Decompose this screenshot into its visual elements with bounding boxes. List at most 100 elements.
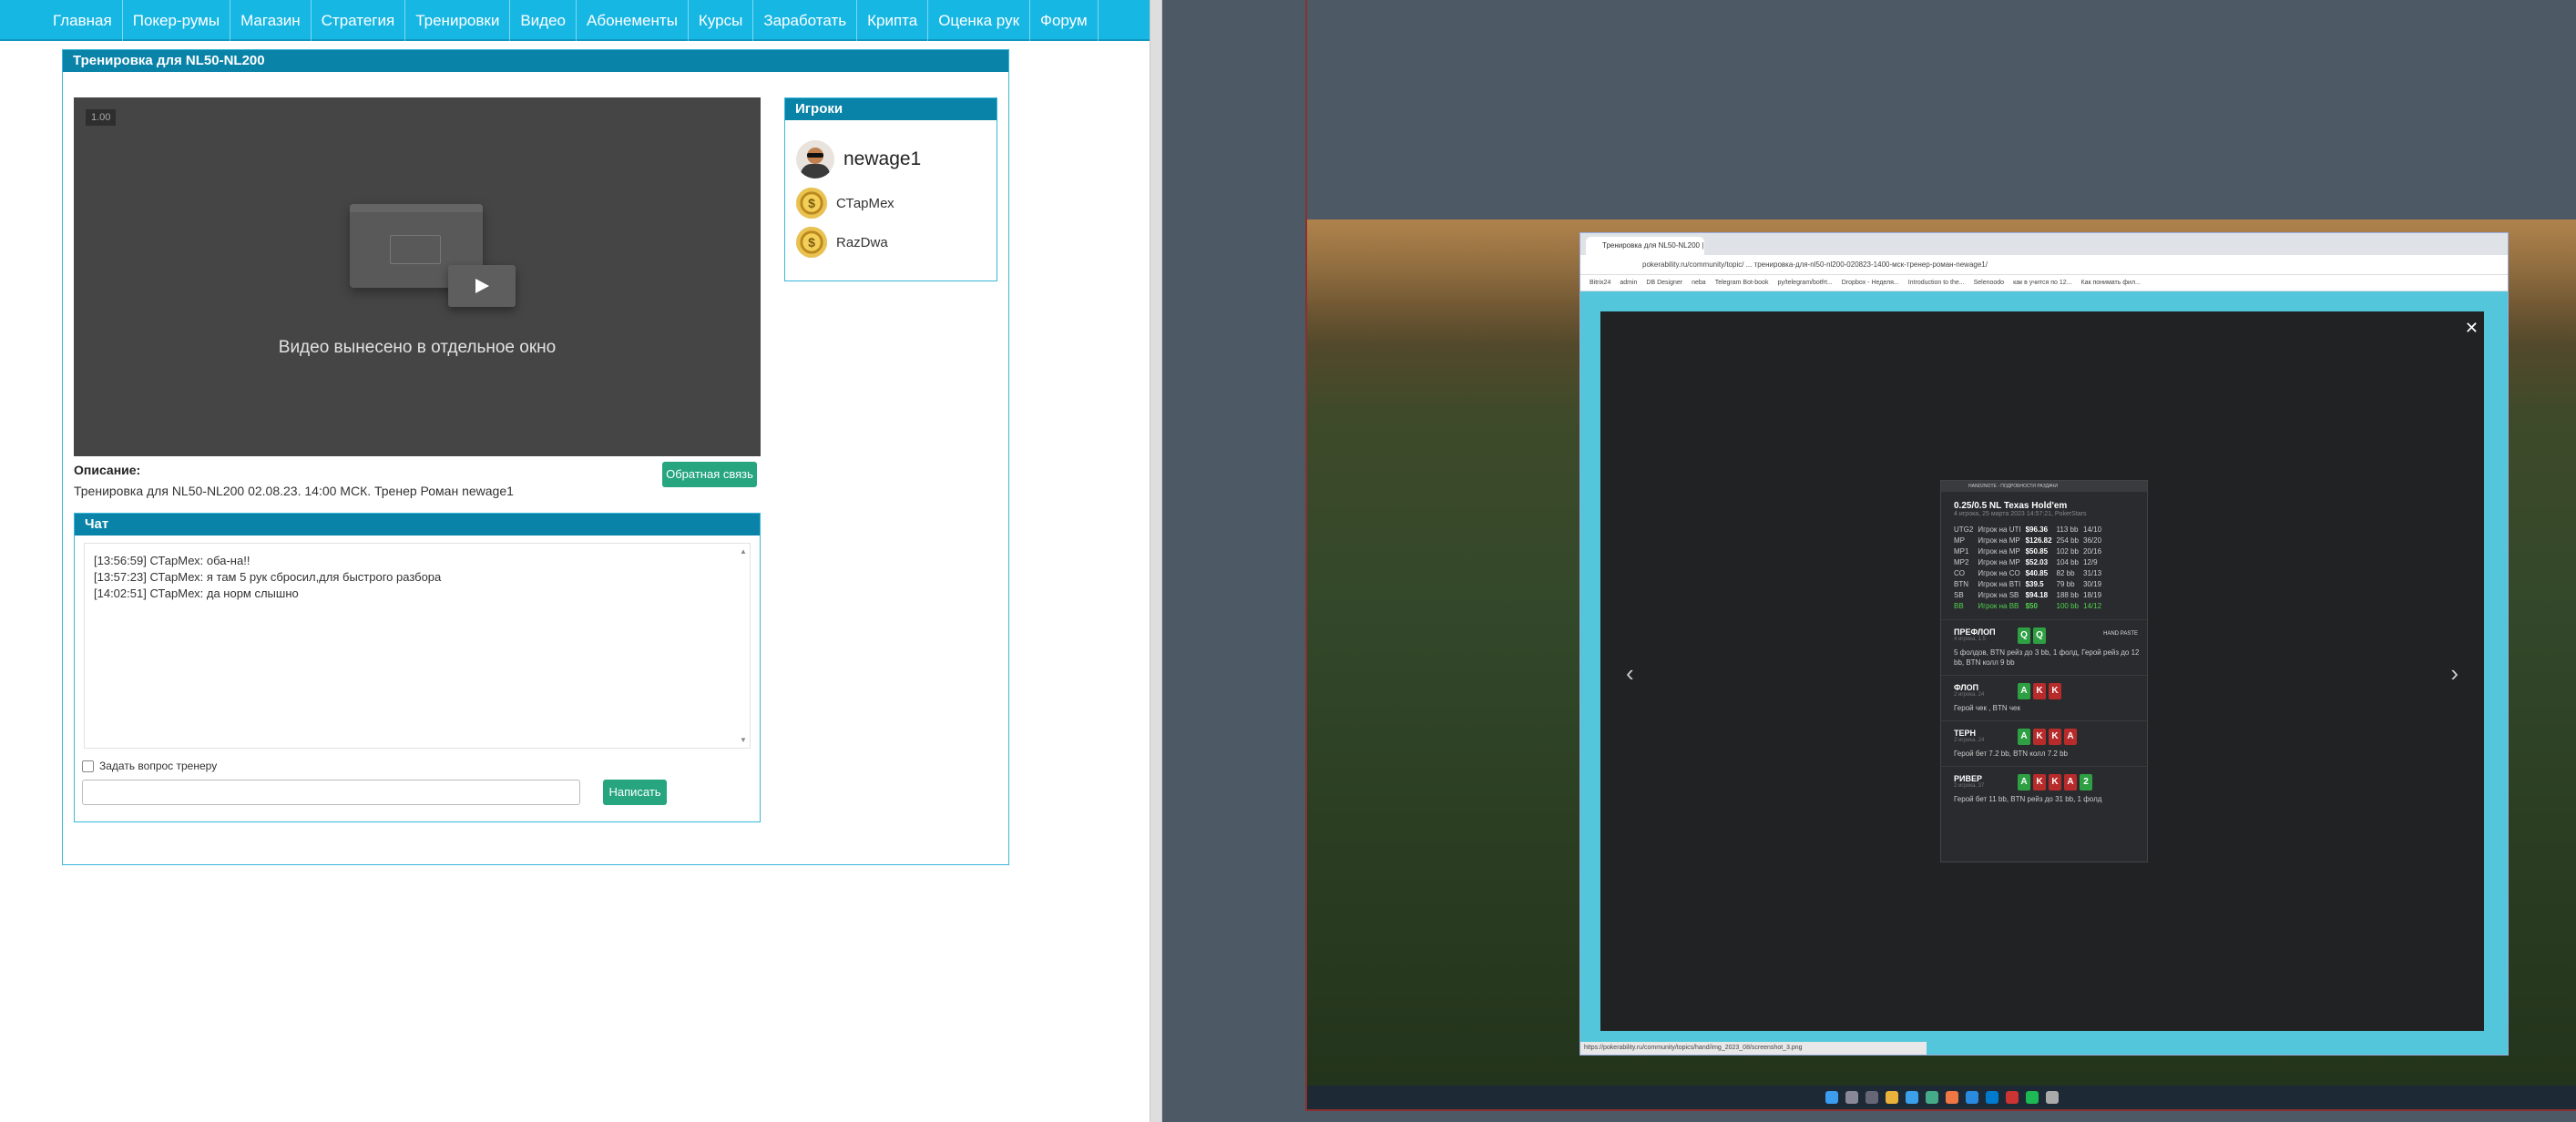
player-row[interactable]: newage1 [796, 140, 921, 178]
seat-row: MP1 Игрок на MP $50.85 102 bb 20/16 [1954, 546, 2106, 557]
playing-card: K [2049, 774, 2061, 790]
chat-message-input[interactable] [82, 780, 580, 805]
chat-panel: Чат [13:56:59] СТарМех: оба-на!! [13:57:… [74, 513, 761, 822]
send-button[interactable]: Написать [603, 780, 667, 805]
player-row[interactable]: $ RazDwa [796, 227, 888, 258]
hand-title: 0.25/0.5 NL Texas Hold'em [1954, 501, 2068, 511]
nav-list: Главная Покер-румы Магазин Стратегия Тре… [0, 0, 1150, 41]
playing-card: K [2049, 683, 2061, 699]
playback-speed-badge[interactable]: 1.00 [86, 109, 117, 126]
scroll-down-icon[interactable]: ▼ [739, 736, 748, 744]
seat-hands: 12/9 [2083, 558, 2098, 566]
nav-item-subscriptions[interactable]: Абонементы [577, 0, 689, 41]
spotify-icon[interactable] [2025, 1091, 2039, 1104]
nav-item-trainings[interactable]: Тренировки [405, 0, 511, 41]
webpage-left: Главная Покер-румы Магазин Стратегия Тре… [0, 0, 1150, 1122]
seat-row: CO Игрок на CO $40.85 82 bb 31/13 [1954, 568, 2106, 579]
nav-item-poker-rooms[interactable]: Покер-румы [123, 0, 231, 41]
street-action: Герой бет 11 bb, BTN рейз до 31 bb, 1 фо… [1954, 795, 2102, 803]
bookmark-item[interactable]: Introduction to the... [1908, 280, 1965, 286]
video-player[interactable]: 1.00 Видео вынесено в отдельное окно [74, 97, 761, 456]
browser-tab[interactable]: Тренировка для NL50-NL200 | ... [1586, 237, 1704, 255]
vscode-icon[interactable] [1985, 1091, 1998, 1104]
screen-border [1305, 1109, 2576, 1111]
windows-start-icon[interactable] [1825, 1091, 1838, 1104]
training-title: Тренировка для NL50-NL200 [63, 50, 1008, 72]
playing-card: A [2018, 683, 2030, 699]
chevron-right-icon[interactable]: › [2450, 659, 2458, 688]
nav-item-home[interactable]: Главная [43, 0, 123, 41]
nav-item-video[interactable]: Видео [510, 0, 577, 41]
chat-log[interactable]: [13:56:59] СТарМех: оба-на!! [13:57:23] … [84, 543, 751, 749]
nav-item-courses[interactable]: Курсы [689, 0, 754, 41]
seat-name: Игрок на BTI [1978, 580, 2021, 588]
bookmark-item[interactable]: Telegram Bot-book [1715, 280, 1769, 286]
player-row[interactable]: $ СТарМех [796, 188, 894, 219]
store-icon[interactable] [1905, 1091, 1918, 1104]
street-block: РИВЕР 2 игрока, 37 A K K A 2 Герой бет 11 bb, B… [1941, 766, 2147, 804]
seat-stack: $126.82 [2025, 536, 2052, 545]
seat-stack: $50 [2025, 602, 2038, 610]
play-button[interactable] [448, 265, 516, 307]
task-view-icon[interactable] [1865, 1091, 1878, 1104]
seat-stack: $50.85 [2025, 547, 2049, 556]
bookmark-item[interactable]: Dropbox - Неделя... [1842, 280, 1899, 286]
app-icon[interactable] [2005, 1091, 2019, 1104]
seat-pos: UTG2 [1954, 525, 1974, 534]
chat-message: [14:02:51] СТарМех: да норм слышно [94, 586, 299, 600]
nav-item-strategy[interactable]: Стратегия [312, 0, 406, 41]
playing-card: K [2033, 774, 2046, 790]
chevron-left-icon[interactable]: ‹ [1626, 659, 1634, 688]
ask-coach-checkbox[interactable] [82, 760, 94, 772]
player-name: СТарМех [836, 195, 894, 211]
close-icon[interactable]: ✕ [2465, 319, 2479, 338]
chrome-icon[interactable] [1945, 1091, 1958, 1104]
playing-card: Q [2018, 627, 2030, 644]
nav-item-earn[interactable]: Заработать [753, 0, 858, 41]
playing-card: K [2033, 683, 2046, 699]
nav-item-crypto[interactable]: Крипта [857, 0, 929, 41]
nav-item-forum[interactable]: Форум [1030, 0, 1099, 41]
top-nav: Главная Покер-румы Магазин Стратегия Тре… [0, 0, 1150, 41]
feedback-button[interactable]: Обратная связь [662, 462, 757, 487]
play-icon[interactable] [2045, 1091, 2059, 1104]
playing-card: K [2033, 729, 2046, 745]
app-icon[interactable] [1925, 1091, 1938, 1104]
bookmark-item[interactable]: admin [1620, 280, 1637, 286]
address-bar[interactable]: pokerability.ru/community/topic/ ... тре… [1580, 255, 2508, 275]
window-splitter[interactable] [1150, 0, 1162, 1122]
nav-item-hand-review[interactable]: Оценка рук [928, 0, 1031, 41]
coin-badge-icon: $ [796, 227, 827, 258]
seat-row: UTG2 Игрок на UTI $96.36 113 bb 14/10 [1954, 525, 2106, 536]
seat-stack: $52.03 [2025, 558, 2049, 566]
ask-coach-label: Задать вопрос тренеру [99, 760, 218, 772]
bookmark-item[interactable]: neba [1692, 280, 1706, 286]
seat-pos: MP1 [1954, 547, 1969, 556]
folder-icon[interactable] [1885, 1091, 1898, 1104]
board-cards: AKK [2018, 683, 2061, 699]
scroll-up-icon[interactable]: ▲ [739, 547, 748, 556]
seats-table: UTG2 Игрок на UTI $96.36 113 bb 14/10 MP Игрок… [1954, 525, 2106, 612]
bookmark-item[interactable]: Bitrix24 [1590, 280, 1610, 286]
hand-window-titlebar: HAND2NOTE - ПОДРОБНОСТИ РАЗДАЧИ [1941, 481, 2147, 492]
nav-item-shop[interactable]: Магазин [230, 0, 312, 41]
chat-scrollbar[interactable]: ▲ ▼ [739, 547, 748, 744]
browser-window: Тренировка для NL50-NL200 | ... pokerabi… [1579, 232, 2509, 1056]
street-sub: 4 игрока, 1.5 [1954, 637, 1986, 642]
bookmark-item[interactable]: как в учится по 12... [2013, 280, 2071, 286]
bookmark-item[interactable]: Как понимать фил... [2081, 280, 2141, 286]
street-action: Герой бет 7.2 bb, BTN колл 7.2 bb [1954, 750, 2068, 758]
ask-coach-row[interactable]: Задать вопрос тренеру [82, 760, 217, 772]
video-popout-message: Видео вынесено в отдельное окно [278, 338, 557, 357]
search-icon[interactable] [1845, 1091, 1858, 1104]
playing-card: K [2049, 729, 2061, 745]
bookmark-item[interactable]: DB Designer [1646, 280, 1682, 286]
seat-hands: 31/13 [2083, 569, 2102, 577]
seat-stack: $40.85 [2025, 569, 2049, 577]
seat-row: MP2 Игрок на MP $52.03 104 bb 12/9 [1954, 557, 2106, 568]
bookmark-item[interactable]: py/telegram/botfrt... [1777, 280, 1832, 286]
telegram-icon[interactable] [1965, 1091, 1978, 1104]
seat-pos: BB [1954, 602, 1964, 610]
seat-stack: $39.5 [2025, 580, 2044, 588]
bookmark-item[interactable]: Selenoodo [1974, 280, 2004, 286]
